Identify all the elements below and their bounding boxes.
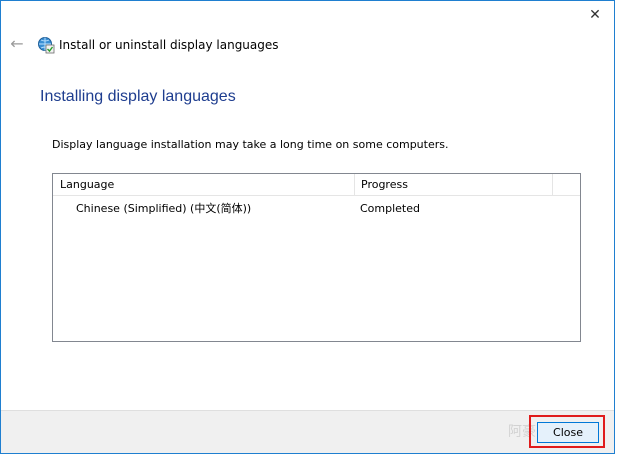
progress-cell: Completed	[360, 202, 420, 215]
list-header: Language Progress	[53, 174, 580, 196]
back-arrow-icon[interactable]: ←	[9, 36, 25, 52]
dialog-window: ✕ ← Install or uninstall display languag…	[0, 0, 615, 454]
footer-bar: 阿豪 Close	[1, 410, 614, 453]
title-bar: ← Install or uninstall display languages	[1, 29, 614, 63]
window-title: Install or uninstall display languages	[59, 38, 279, 52]
list-item[interactable]: Chinese (Simplified) (中文(简体)) Completed	[53, 198, 580, 220]
column-header-language[interactable]: Language	[54, 174, 355, 195]
close-button[interactable]: Close	[537, 422, 599, 443]
language-list[interactable]: Language Progress Chinese (Simplified) (…	[52, 173, 581, 342]
globe-language-icon	[38, 37, 55, 54]
close-icon[interactable]: ✕	[584, 5, 606, 25]
highlight-box: Close	[529, 415, 605, 448]
intro-text: Display language installation may take a…	[52, 138, 449, 151]
column-header-progress[interactable]: Progress	[355, 174, 553, 195]
language-cell: Chinese (Simplified) (中文(简体))	[76, 202, 252, 215]
page-title: Installing display languages	[40, 88, 236, 105]
